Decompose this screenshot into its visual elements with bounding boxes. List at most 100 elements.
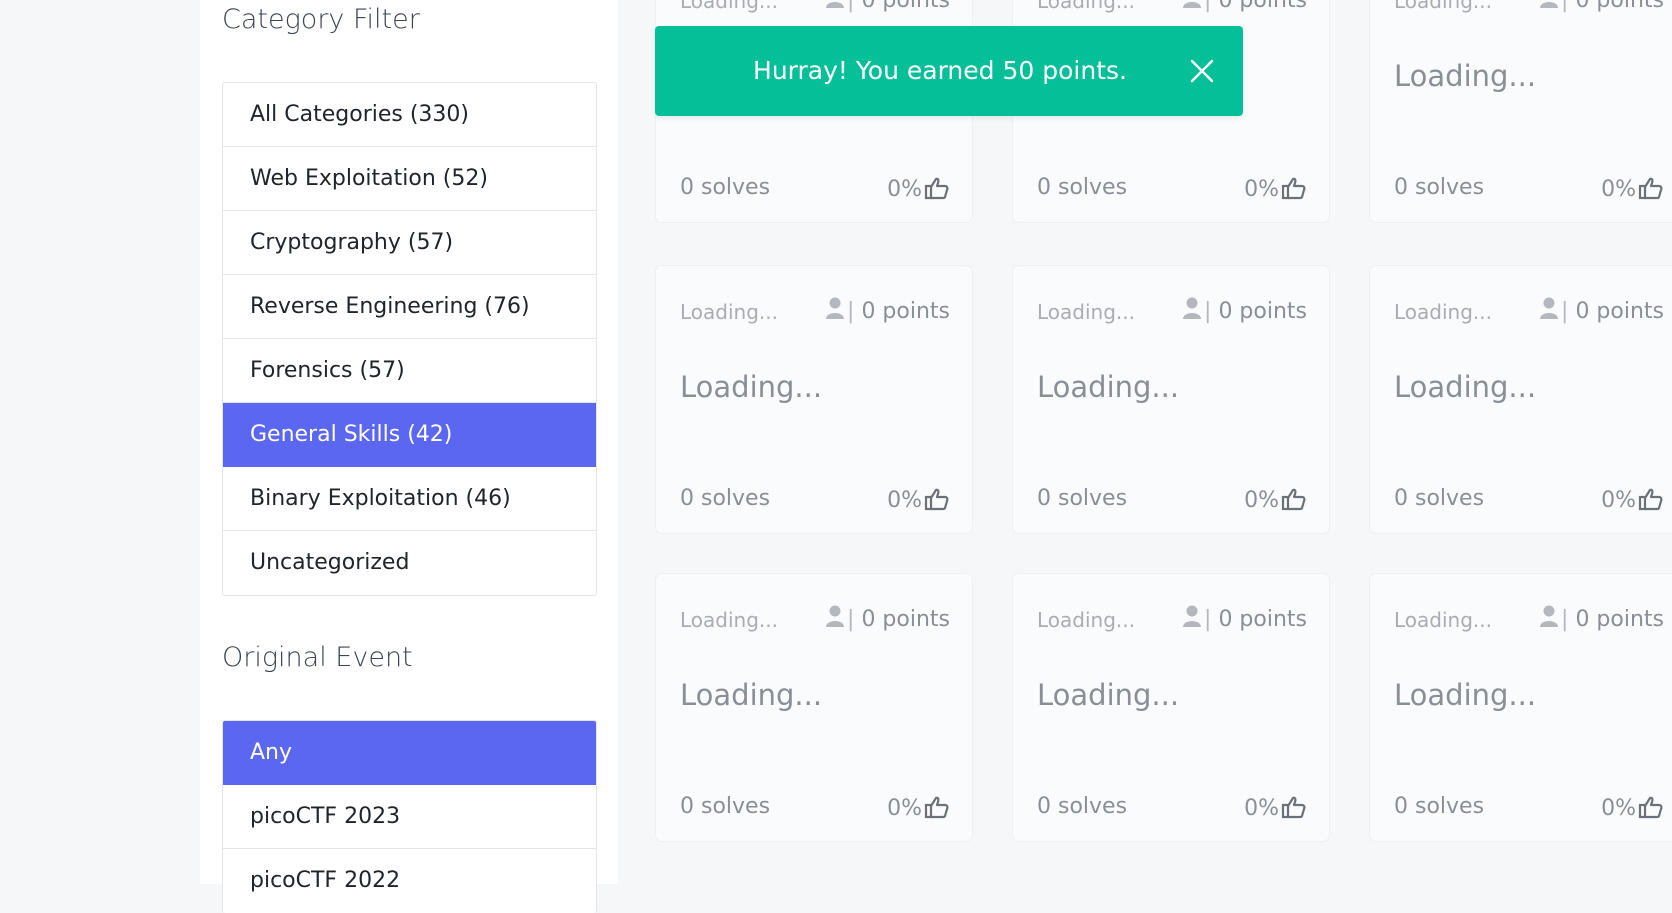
card-points: | 0 points: [1539, 604, 1664, 632]
category-item-forensics[interactable]: Forensics (57): [223, 339, 596, 403]
card-points: | 0 points: [1539, 0, 1664, 13]
user-icon: [1183, 297, 1202, 319]
card-solves: 0 solves: [680, 794, 771, 819]
event-item-picoctf-2022[interactable]: picoCTF 2022: [223, 849, 596, 913]
card-points: | 0 points: [825, 0, 950, 13]
category-filter-title: Category Filter: [222, 4, 420, 35]
card-like-percent: 0%: [1601, 796, 1636, 821]
card-like: 0%: [1244, 795, 1307, 821]
category-list: All Categories (330) Web Exploitation (5…: [222, 82, 597, 596]
card-like: 0%: [887, 487, 950, 513]
challenge-card[interactable]: Loading... | 0 points Loading... 0 solve…: [1370, 0, 1672, 222]
points-divider: |: [847, 0, 862, 13]
card-solves: 0 solves: [1394, 794, 1485, 819]
card-title: Loading...: [1394, 678, 1537, 712]
category-item-reverse-engineering[interactable]: Reverse Engineering (76): [223, 275, 596, 339]
card-like: 0%: [887, 795, 950, 821]
card-category: Loading...: [1037, 608, 1135, 632]
points-divider: |: [1561, 607, 1576, 632]
challenge-card[interactable]: Loading... | 0 points Loading... 0 solve…: [1370, 574, 1672, 841]
card-like: 0%: [1601, 176, 1664, 202]
points-divider: |: [1561, 299, 1576, 324]
close-icon[interactable]: [1187, 56, 1217, 86]
challenge-card[interactable]: Loading... | 0 points Loading... 0 solve…: [656, 574, 972, 841]
card-solves: 0 solves: [1037, 175, 1128, 200]
card-like-percent: 0%: [887, 488, 922, 513]
category-item-cryptography[interactable]: Cryptography (57): [223, 211, 596, 275]
user-icon: [826, 297, 845, 319]
thumbs-up-icon[interactable]: [924, 795, 950, 819]
card-like-percent: 0%: [1244, 796, 1279, 821]
category-item-all[interactable]: All Categories (330): [223, 83, 596, 147]
toast-message: Hurray! You earned 50 points.: [753, 56, 1127, 85]
event-list: Any picoCTF 2023 picoCTF 2022: [222, 720, 597, 913]
event-item-picoctf-2023[interactable]: picoCTF 2023: [223, 785, 596, 849]
thumbs-up-icon[interactable]: [1638, 795, 1664, 819]
card-points: | 0 points: [1182, 0, 1307, 13]
card-points: | 0 points: [825, 604, 950, 632]
user-icon: [1183, 2, 1202, 8]
thumbs-up-icon[interactable]: [1281, 487, 1307, 511]
card-points: | 0 points: [1182, 604, 1307, 632]
card-like-percent: 0%: [1601, 177, 1636, 202]
card-category: Loading...: [1037, 0, 1135, 13]
card-category: Loading...: [1037, 300, 1135, 324]
card-like: 0%: [1244, 487, 1307, 513]
card-solves: 0 solves: [1394, 175, 1485, 200]
card-points-label: 0 points: [861, 299, 950, 324]
category-item-web-exploitation[interactable]: Web Exploitation (52): [223, 147, 596, 211]
card-like-percent: 0%: [1244, 488, 1279, 513]
card-like-percent: 0%: [887, 796, 922, 821]
card-points: | 0 points: [825, 296, 950, 324]
challenge-card[interactable]: Loading... | 0 points Loading... 0 solve…: [1013, 266, 1329, 533]
category-item-general-skills[interactable]: General Skills (42): [223, 403, 596, 467]
card-solves: 0 solves: [680, 175, 771, 200]
card-points-label: 0 points: [1575, 299, 1664, 324]
event-item-any[interactable]: Any: [223, 721, 596, 785]
card-title: Loading...: [1037, 678, 1180, 712]
card-points-label: 0 points: [1218, 0, 1307, 13]
card-like: 0%: [1601, 795, 1664, 821]
card-points: | 0 points: [1182, 296, 1307, 324]
card-like: 0%: [1244, 176, 1307, 202]
category-item-uncategorized[interactable]: Uncategorized: [223, 531, 596, 595]
challenge-card[interactable]: Loading... | 0 points Loading... 0 solve…: [1370, 266, 1672, 533]
card-category: Loading...: [1394, 300, 1492, 324]
points-divider: |: [1204, 299, 1219, 324]
card-category: Loading...: [680, 300, 778, 324]
card-points-label: 0 points: [1218, 299, 1307, 324]
user-icon: [1540, 605, 1559, 627]
challenge-card[interactable]: Loading... | 0 points Loading... 0 solve…: [656, 266, 972, 533]
card-solves: 0 solves: [1394, 486, 1485, 511]
card-like-percent: 0%: [1601, 488, 1636, 513]
original-event-title: Original Event: [222, 642, 413, 673]
card-solves: 0 solves: [680, 486, 771, 511]
card-points: | 0 points: [1539, 296, 1664, 324]
category-item-binary-exploitation[interactable]: Binary Exploitation (46): [223, 467, 596, 531]
challenge-card[interactable]: Loading... | 0 points Loading... 0 solve…: [1013, 574, 1329, 841]
thumbs-up-icon[interactable]: [924, 487, 950, 511]
sidebar: Category Filter All Categories (330) Web…: [200, 0, 618, 913]
thumbs-up-icon[interactable]: [924, 176, 950, 200]
thumbs-up-icon[interactable]: [1281, 795, 1307, 819]
card-points-label: 0 points: [861, 607, 950, 632]
points-divider: |: [847, 299, 862, 324]
card-category: Loading...: [680, 0, 778, 13]
points-divider: |: [1204, 0, 1219, 13]
card-category: Loading...: [1394, 608, 1492, 632]
card-title: Loading...: [680, 678, 823, 712]
thumbs-up-icon[interactable]: [1638, 487, 1664, 511]
card-category: Loading...: [680, 608, 778, 632]
card-title: Loading...: [1394, 370, 1537, 404]
card-like: 0%: [1601, 487, 1664, 513]
card-like-percent: 0%: [1244, 177, 1279, 202]
user-icon: [1540, 297, 1559, 319]
thumbs-up-icon[interactable]: [1638, 176, 1664, 200]
thumbs-up-icon[interactable]: [1281, 176, 1307, 200]
points-divider: |: [1561, 0, 1576, 13]
card-points-label: 0 points: [1218, 607, 1307, 632]
points-divider: |: [847, 607, 862, 632]
card-title: Loading...: [680, 370, 823, 404]
user-icon: [1183, 605, 1202, 627]
card-points-label: 0 points: [1575, 0, 1664, 13]
